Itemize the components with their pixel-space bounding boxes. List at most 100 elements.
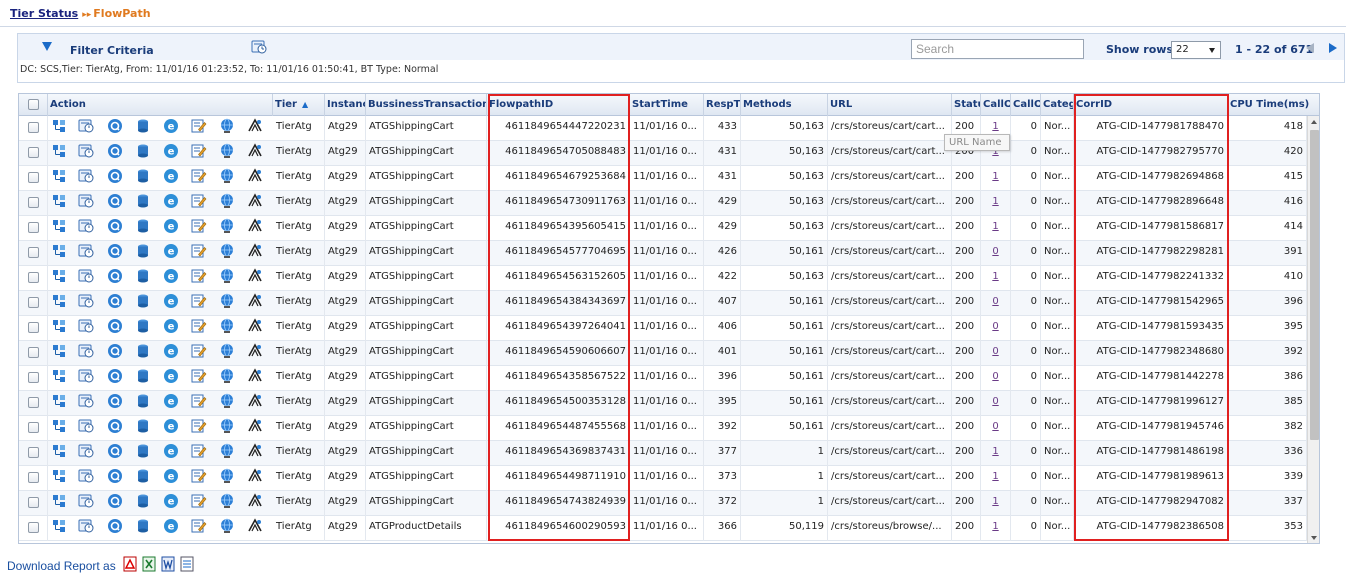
flowmap-icon[interactable]	[51, 218, 67, 234]
callout-1-link[interactable]: 1	[981, 466, 1011, 491]
exception-icon[interactable]: e	[163, 368, 179, 384]
hotspot-icon[interactable]	[247, 418, 263, 434]
table-row[interactable]: e TierAtg Atg29 ATGShippingCart 461184965448…	[19, 416, 1307, 441]
header-callout-1[interactable]: CallO	[981, 94, 1011, 116]
globe-icon[interactable]	[219, 368, 235, 384]
table-row[interactable]: e TierAtg Atg29 ATGShippingCart 461184965450…	[19, 391, 1307, 416]
table-row[interactable]: e TierAtg Atg29 ATGShippingCart 461184965449…	[19, 466, 1307, 491]
globe-icon[interactable]	[219, 168, 235, 184]
query-icon[interactable]	[107, 218, 123, 234]
transaction-details-icon[interactable]	[78, 293, 94, 309]
flowmap-icon[interactable]	[51, 118, 67, 134]
transaction-details-icon[interactable]	[78, 443, 94, 459]
edit-icon[interactable]	[191, 193, 207, 209]
exception-icon[interactable]: e	[163, 468, 179, 484]
edit-icon[interactable]	[191, 518, 207, 534]
header-cpu-time[interactable]: CPU Time(ms)	[1228, 94, 1319, 116]
row-checkbox[interactable]	[27, 447, 39, 458]
database-icon[interactable]	[135, 168, 151, 184]
header-select-all[interactable]	[19, 94, 48, 116]
row-checkbox[interactable]	[27, 322, 39, 333]
hotspot-icon[interactable]	[247, 168, 263, 184]
edit-icon[interactable]	[191, 143, 207, 159]
database-icon[interactable]	[135, 293, 151, 309]
hotspot-icon[interactable]	[247, 468, 263, 484]
exception-icon[interactable]: e	[163, 268, 179, 284]
table-row[interactable]: e TierAtg Atg29 ATGShippingCart 461184965436…	[19, 441, 1307, 466]
header-flowpath-id[interactable]: FlowpathID	[487, 94, 630, 116]
edit-icon[interactable]	[191, 468, 207, 484]
flowmap-icon[interactable]	[51, 193, 67, 209]
database-icon[interactable]	[135, 343, 151, 359]
exception-icon[interactable]: e	[163, 518, 179, 534]
header-methods[interactable]: Methods	[741, 94, 828, 116]
database-icon[interactable]	[135, 243, 151, 259]
transaction-details-icon[interactable]	[78, 243, 94, 259]
transaction-details-icon[interactable]	[78, 518, 94, 534]
globe-icon[interactable]	[219, 468, 235, 484]
globe-icon[interactable]	[219, 318, 235, 334]
database-icon[interactable]	[135, 393, 151, 409]
transaction-details-icon[interactable]	[78, 393, 94, 409]
header-category[interactable]: Catego	[1041, 94, 1074, 116]
row-checkbox[interactable]	[27, 497, 39, 508]
globe-icon[interactable]	[219, 243, 235, 259]
edit-icon[interactable]	[191, 343, 207, 359]
table-row[interactable]: e TierAtg Atg29 ATGShippingCart 461184965438…	[19, 291, 1307, 316]
filter-criteria-title[interactable]: Filter Criteria	[70, 44, 154, 57]
flowmap-icon[interactable]	[51, 318, 67, 334]
query-icon[interactable]	[107, 343, 123, 359]
flowmap-icon[interactable]	[51, 243, 67, 259]
flowmap-icon[interactable]	[51, 368, 67, 384]
edit-icon[interactable]	[191, 268, 207, 284]
flowmap-icon[interactable]	[51, 518, 67, 534]
select-all-checkbox[interactable]	[27, 99, 39, 110]
query-icon[interactable]	[107, 118, 123, 134]
query-icon[interactable]	[107, 493, 123, 509]
hotspot-icon[interactable]	[247, 193, 263, 209]
header-start-time[interactable]: StartTime	[630, 94, 704, 116]
query-icon[interactable]	[107, 393, 123, 409]
flowmap-icon[interactable]	[51, 343, 67, 359]
header-response-time[interactable]: RespTi	[704, 94, 741, 116]
hotspot-icon[interactable]	[247, 293, 263, 309]
flowmap-icon[interactable]	[51, 268, 67, 284]
callout-1-link[interactable]: 0	[981, 416, 1011, 441]
globe-icon[interactable]	[219, 143, 235, 159]
callout-1-link[interactable]: 0	[981, 316, 1011, 341]
edit-icon[interactable]	[191, 493, 207, 509]
transaction-details-icon[interactable]	[78, 118, 94, 134]
row-checkbox[interactable]	[27, 347, 39, 358]
vertical-scrollbar[interactable]	[1307, 116, 1319, 543]
database-icon[interactable]	[135, 318, 151, 334]
scroll-down-icon[interactable]	[1311, 536, 1317, 540]
callout-1-link[interactable]: 1	[981, 266, 1011, 291]
hotspot-icon[interactable]	[247, 118, 263, 134]
exception-icon[interactable]: e	[163, 318, 179, 334]
edit-icon[interactable]	[191, 393, 207, 409]
hotspot-icon[interactable]	[247, 218, 263, 234]
hotspot-icon[interactable]	[247, 443, 263, 459]
exception-icon[interactable]: e	[163, 243, 179, 259]
previous-page-icon[interactable]	[1306, 43, 1314, 53]
database-icon[interactable]	[135, 443, 151, 459]
row-checkbox[interactable]	[27, 472, 39, 483]
query-icon[interactable]	[107, 268, 123, 284]
transaction-details-icon[interactable]	[78, 168, 94, 184]
callout-1-link[interactable]: 0	[981, 291, 1011, 316]
row-checkbox[interactable]	[27, 222, 39, 233]
exception-icon[interactable]: e	[163, 293, 179, 309]
globe-icon[interactable]	[219, 218, 235, 234]
hotspot-icon[interactable]	[247, 493, 263, 509]
table-row[interactable]: e TierAtg Atg29 ATGProductDetails 4611849654…	[19, 516, 1307, 541]
hotspot-icon[interactable]	[247, 343, 263, 359]
hotspot-icon[interactable]	[247, 268, 263, 284]
table-row[interactable]: e TierAtg Atg29 ATGShippingCart 461184965456…	[19, 266, 1307, 291]
database-icon[interactable]	[135, 493, 151, 509]
callout-1-link[interactable]: 1	[981, 441, 1011, 466]
query-icon[interactable]	[107, 193, 123, 209]
table-row[interactable]: e TierAtg Atg29 ATGShippingCart 461184965435…	[19, 366, 1307, 391]
exception-icon[interactable]: e	[163, 193, 179, 209]
globe-icon[interactable]	[219, 418, 235, 434]
database-icon[interactable]	[135, 418, 151, 434]
